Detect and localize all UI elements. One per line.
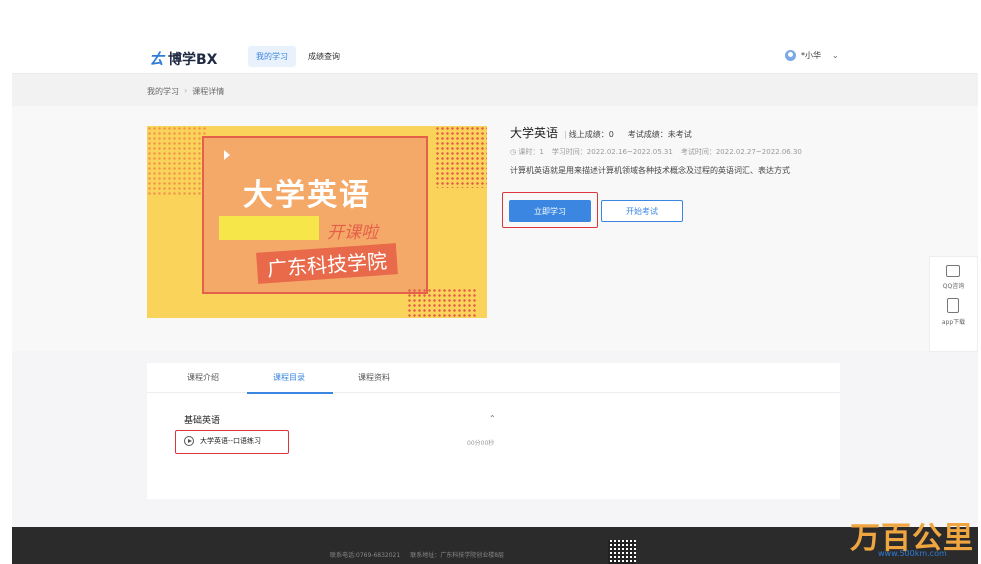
logo-icon: ㄊ <box>149 50 165 68</box>
cover-dots <box>435 126 487 188</box>
floating-sidebar: QQ咨询 app下载 <box>929 256 978 352</box>
course-tabs-card: 课程介绍 课程目录 课程资料 基础英语 ⌃ 大学英语--口语练习 00分00秒 <box>147 363 840 499</box>
qr-code <box>608 540 636 564</box>
breadcrumb: 我的学习 › 课程详情 <box>147 86 224 97</box>
user-menu[interactable]: *小华 ⌄ <box>785 50 839 61</box>
breadcrumb-my-learning[interactable]: 我的学习 <box>147 86 179 97</box>
cover-bar <box>219 216 319 240</box>
phone-icon <box>947 298 960 313</box>
app-download-link[interactable]: app下载 <box>942 298 965 326</box>
footer-address: 联系地址：广东科技学院创业楼8层 <box>410 552 505 559</box>
watermark-url: www.500km.com <box>878 549 947 558</box>
online-score: | 线上成绩：0 <box>564 130 614 139</box>
cover-subtitle: 开课啦 <box>327 223 378 243</box>
tab-course-materials[interactable]: 课程资料 <box>358 372 390 383</box>
qq-consult-label: QQ咨询 <box>942 283 965 290</box>
breadcrumb-course-detail: 课程详情 <box>192 87 225 96</box>
main-nav: 我的学习 成绩查询 <box>248 46 348 67</box>
lesson-duration: 00分00秒 <box>467 440 495 447</box>
exam-time: 考试时间：2022.02.27~2022.06.30 <box>680 148 802 156</box>
chat-icon <box>946 265 961 277</box>
course-description: 计算机英语就是用来描述计算机领域各种技术概念及过程的英语词汇、表达方式 <box>510 166 790 175</box>
logo[interactable]: ㄊ 博学BX <box>149 48 217 69</box>
chevron-down-icon: ⌄ <box>832 51 839 60</box>
watermark-logo: 万百公里 www.500km.com <box>850 513 980 561</box>
play-icon <box>184 436 194 446</box>
nav-score-query[interactable]: 成绩查询 <box>300 46 348 67</box>
tab-course-intro[interactable]: 课程介绍 <box>187 372 219 383</box>
course-cover-image: 大学英语 开课啦 广东科技学院 <box>147 126 487 318</box>
start-exam-button[interactable]: 开始考试 <box>601 200 683 222</box>
tab-course-catalog[interactable]: 课程目录 <box>273 372 305 383</box>
course-hero: 大学英语 开课啦 广东科技学院 大学英语 | 线上成绩：0 考试成绩：未考试 ◷ … <box>12 106 978 352</box>
footer-contact: 联系电话:0769-6832021 联系地址：广东科技学院创业楼8层 <box>330 550 504 559</box>
study-time: 学习时间：2022.02.16~2022.05.31 <box>551 148 673 156</box>
logo-text: 博学BX <box>168 51 218 68</box>
course-meta: ◷ 课时：1 学习时间：2022.02.16~2022.05.31 考试时间：2… <box>510 147 890 157</box>
qq-consult-link[interactable]: QQ咨询 <box>943 265 964 290</box>
breadcrumb-separator: › <box>184 86 188 95</box>
user-name: *小华 <box>801 51 821 60</box>
start-study-button[interactable]: 立即学习 <box>509 200 591 222</box>
chevron-up-icon[interactable]: ⌃ <box>489 414 496 423</box>
top-navbar: ㄊ 博学BX 我的学习 成绩查询 *小华 ⌄ <box>12 38 978 74</box>
lesson-title: 大学英语--口语练习 <box>200 437 262 445</box>
exam-score: 考试成绩：未考试 <box>627 130 692 139</box>
course-title: 大学英语 <box>510 126 559 140</box>
cover-dots <box>407 288 477 318</box>
course-info: 大学英语 | 线上成绩：0 考试成绩：未考试 ◷ 课时：1 学习时间：2022.0… <box>510 124 890 176</box>
clock-icon: ◷ <box>510 148 517 156</box>
lesson-item[interactable]: 大学英语--口语练习 <box>184 436 261 446</box>
tab-bar: 课程介绍 课程目录 课程资料 <box>147 363 840 394</box>
page: ㄊ 博学BX 我的学习 成绩查询 *小华 ⌄ 我的学习 › 课程详情 大学英语 <box>12 38 978 564</box>
course-hours: ◷ 课时：1 <box>510 148 544 156</box>
cover-dots <box>147 126 207 196</box>
cover-title: 大学英语 <box>243 178 371 213</box>
footer-phone: 联系电话:0769-6832021 <box>330 552 401 559</box>
breadcrumb-bar: 我的学习 › 课程详情 <box>12 74 978 106</box>
section-title[interactable]: 基础英语 <box>184 413 220 426</box>
nav-my-learning[interactable]: 我的学习 <box>248 46 296 67</box>
footer: 联系电话:0769-6832021 联系地址：广东科技学院创业楼8层 <box>12 527 978 564</box>
avatar <box>785 50 796 61</box>
active-tab-indicator <box>247 392 333 394</box>
cover-triangle <box>224 150 230 160</box>
app-download-label: app下载 <box>941 319 966 326</box>
course-title-row: 大学英语 | 线上成绩：0 考试成绩：未考试 <box>510 124 890 141</box>
